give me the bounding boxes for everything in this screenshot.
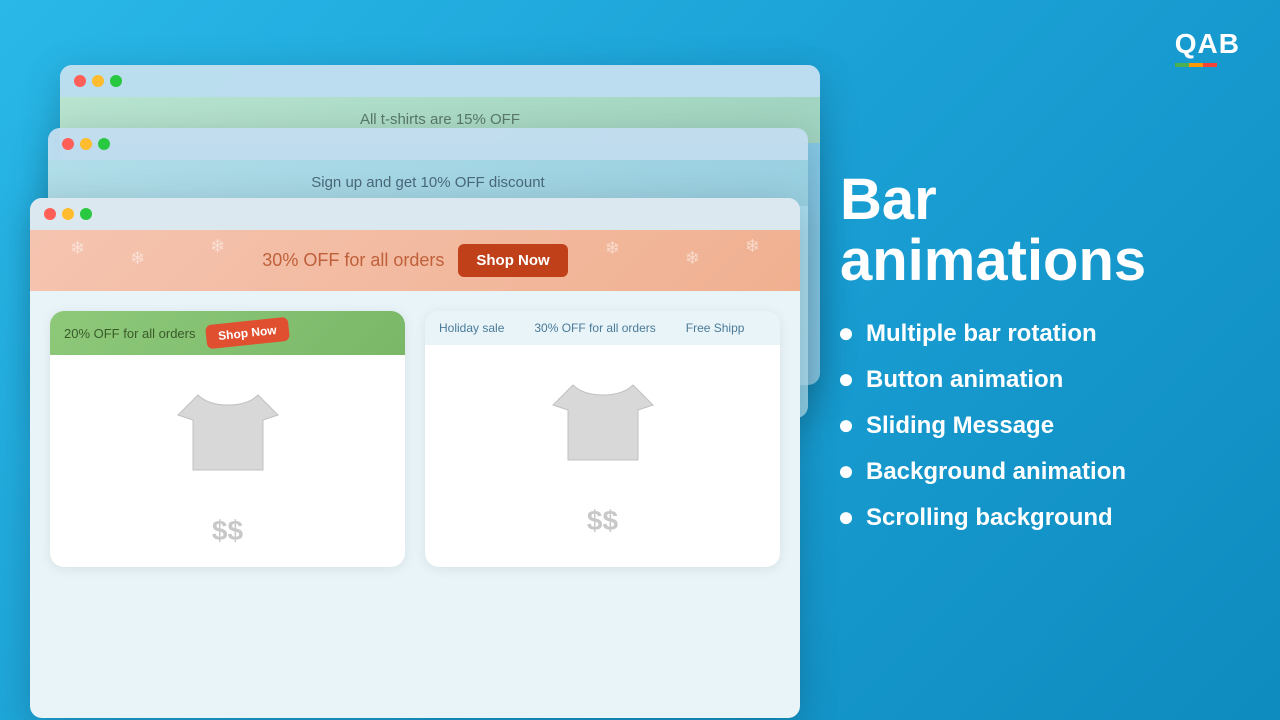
feature-item-sliding-message: Sliding Message: [840, 412, 1220, 440]
titlebar-mid: [48, 128, 808, 160]
dot-yellow-back: [92, 75, 104, 87]
feature-item-button-animation: Button animation: [840, 366, 1220, 394]
titlebar-back: [60, 65, 820, 97]
feature-text-background-animation: Background animation: [866, 458, 1126, 486]
feature-text-button-animation: Button animation: [866, 366, 1063, 394]
price-1: $$: [50, 515, 405, 567]
logo-bar-orange: [1189, 63, 1203, 67]
mini-shop-btn-1[interactable]: Shop Now: [204, 317, 289, 350]
feature-list: Multiple bar rotation Button animation S…: [840, 320, 1220, 532]
dot-yellow-front: [62, 208, 74, 220]
dot-red-mid: [62, 138, 74, 150]
scroll-item-1: Holiday sale: [439, 321, 504, 335]
shop-now-button[interactable]: Shop Now: [458, 244, 567, 277]
logo-text: QAB: [1175, 28, 1240, 60]
dot-red-front: [44, 208, 56, 220]
dot-red-back: [74, 75, 86, 87]
scroll-item-2: 30% OFF for all orders: [534, 321, 655, 335]
windows-container: All t-shirts are 15% OFF Sign up and get…: [30, 50, 850, 710]
bullet-sliding-message: [840, 420, 852, 432]
bar-back-text: All t-shirts are 15% OFF: [360, 111, 520, 128]
right-panel: Bar animations Multiple bar rotation But…: [840, 170, 1220, 550]
price-2: $$: [425, 505, 780, 557]
dot-green-mid: [98, 138, 110, 150]
announcement-text: 30% OFF for all orders: [262, 250, 444, 271]
product-card-1: 20% OFF for all orders Shop Now $$: [50, 311, 405, 567]
titlebar-front: [30, 198, 800, 230]
browser-window-front: ❄ ❄ ❄ ❄ ❄ ❄ 30% OFF for all orders Shop …: [30, 198, 800, 718]
feature-item-multiple-bar: Multiple bar rotation: [840, 320, 1220, 348]
logo-bar-green: [1175, 63, 1189, 67]
snowflake-icon: ❄: [685, 248, 700, 269]
mini-bar-green: 20% OFF for all orders Shop Now: [50, 311, 405, 355]
logo: QAB: [1175, 28, 1240, 67]
snowflake-icon: ❄: [70, 238, 85, 259]
snowflake-icon: ❄: [605, 238, 620, 259]
scroll-items: Holiday sale 30% OFF for all orders Free…: [439, 321, 744, 335]
bullet-multiple-bar: [840, 328, 852, 340]
tshirt-icon-1: [168, 380, 288, 490]
product-card-2: Holiday sale 30% OFF for all orders Free…: [425, 311, 780, 567]
snowflake-icon: ❄: [210, 236, 225, 257]
dot-yellow-mid: [80, 138, 92, 150]
main-title: Bar animations: [840, 170, 1220, 292]
announcement-bar: ❄ ❄ ❄ ❄ ❄ ❄ 30% OFF for all orders Shop …: [30, 230, 800, 291]
product-image-1: [50, 355, 405, 515]
bar-mid-text: Sign up and get 10% OFF discount: [311, 174, 544, 191]
dot-green-front: [80, 208, 92, 220]
snowflake-icon: ❄: [745, 236, 760, 257]
products-area: 20% OFF for all orders Shop Now $$ Holid…: [30, 291, 800, 587]
bullet-background-animation: [840, 466, 852, 478]
mini-bar-text-1: 20% OFF for all orders: [64, 326, 196, 341]
dot-green-back: [110, 75, 122, 87]
feature-text-multiple-bar: Multiple bar rotation: [866, 320, 1097, 348]
bullet-scrolling-background: [840, 512, 852, 524]
feature-item-background-animation: Background animation: [840, 458, 1220, 486]
snowflake-icon: ❄: [130, 248, 145, 269]
feature-text-scrolling-background: Scrolling background: [866, 504, 1113, 532]
feature-item-scrolling-background: Scrolling background: [840, 504, 1220, 532]
logo-underline: [1175, 63, 1240, 67]
feature-text-sliding-message: Sliding Message: [866, 412, 1054, 440]
bullet-button-animation: [840, 374, 852, 386]
logo-bar-red: [1203, 63, 1217, 67]
product-image-2: [425, 345, 780, 505]
tshirt-icon-2: [543, 370, 663, 480]
scroll-item-3: Free Shipp: [686, 321, 745, 335]
mini-bar-scroll: Holiday sale 30% OFF for all orders Free…: [425, 311, 780, 345]
